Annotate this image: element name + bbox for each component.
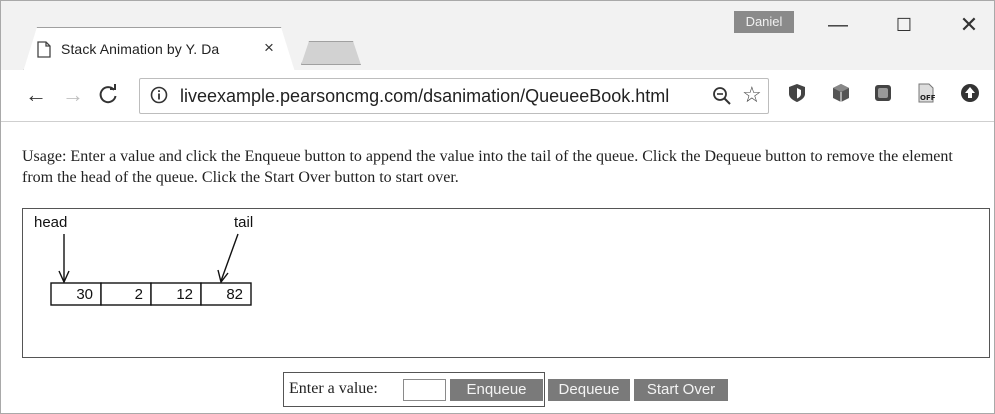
value-input[interactable]	[403, 379, 446, 401]
queue-animation-panel: head tail 30 2 12 82	[22, 208, 990, 358]
svg-text:OFF: OFF	[920, 94, 936, 102]
info-icon[interactable]	[150, 86, 168, 104]
queue-value: 82	[226, 286, 243, 303]
head-arrow	[58, 234, 70, 284]
new-tab-button[interactable]	[301, 41, 361, 65]
shield-extension-icon[interactable]	[786, 82, 808, 104]
tab-content: Stack Animation by Y. Da	[37, 39, 219, 59]
page-icon	[37, 40, 51, 58]
profile-badge[interactable]: Daniel	[734, 11, 794, 33]
forward-button[interactable]: →	[62, 82, 84, 108]
zoom-icon[interactable]	[712, 86, 732, 106]
close-window-button[interactable]: ✕	[954, 11, 984, 39]
square-extension-icon[interactable]	[872, 82, 894, 104]
queue-cell: 30	[50, 282, 102, 306]
queue-cells: 30 2 12 82	[50, 282, 252, 306]
reload-button[interactable]	[97, 82, 119, 112]
off-extension-icon[interactable]: OFF	[915, 82, 937, 104]
head-label: head	[34, 214, 67, 231]
dequeue-button[interactable]: Dequeue	[548, 379, 630, 401]
maximize-button[interactable]: ☐	[889, 11, 919, 39]
tab-title: Stack Animation by Y. Da	[61, 41, 220, 57]
tail-label: tail	[234, 214, 253, 231]
value-prompt: Enter a value:	[289, 380, 378, 397]
start-over-button[interactable]: Start Over	[634, 379, 728, 401]
reload-icon	[99, 84, 117, 104]
title-bar: Stack Animation by Y. Da × Daniel — ☐ ✕	[1, 1, 994, 72]
tail-arrow	[217, 233, 239, 284]
queue-value: 2	[135, 286, 143, 303]
enqueue-button[interactable]: Enqueue	[450, 379, 543, 401]
back-button[interactable]: ←	[25, 82, 47, 108]
cube-extension-icon[interactable]	[830, 82, 852, 104]
address-bar[interactable]: liveexample.pearsoncmg.com/dsanimation/Q…	[139, 78, 769, 114]
usage-text: Usage: Enter a value and click the Enque…	[22, 148, 953, 186]
browser-window: Stack Animation by Y. Da × Daniel — ☐ ✕ …	[0, 0, 995, 414]
queue-cell: 12	[150, 282, 202, 306]
queue-cell: 82	[200, 282, 252, 306]
bookmark-star-icon[interactable]: ☆	[742, 82, 762, 108]
upload-extension-icon[interactable]	[959, 82, 981, 104]
tab-close-icon[interactable]: ×	[264, 38, 274, 58]
url-text[interactable]: liveexample.pearsoncmg.com/dsanimation/Q…	[180, 86, 669, 107]
queue-cell: 2	[100, 282, 152, 306]
minimize-button[interactable]: —	[823, 11, 853, 39]
queue-value: 30	[76, 286, 93, 303]
queue-value: 12	[176, 286, 193, 303]
queue-diagram: head tail 30 2 12 82	[34, 214, 253, 306]
